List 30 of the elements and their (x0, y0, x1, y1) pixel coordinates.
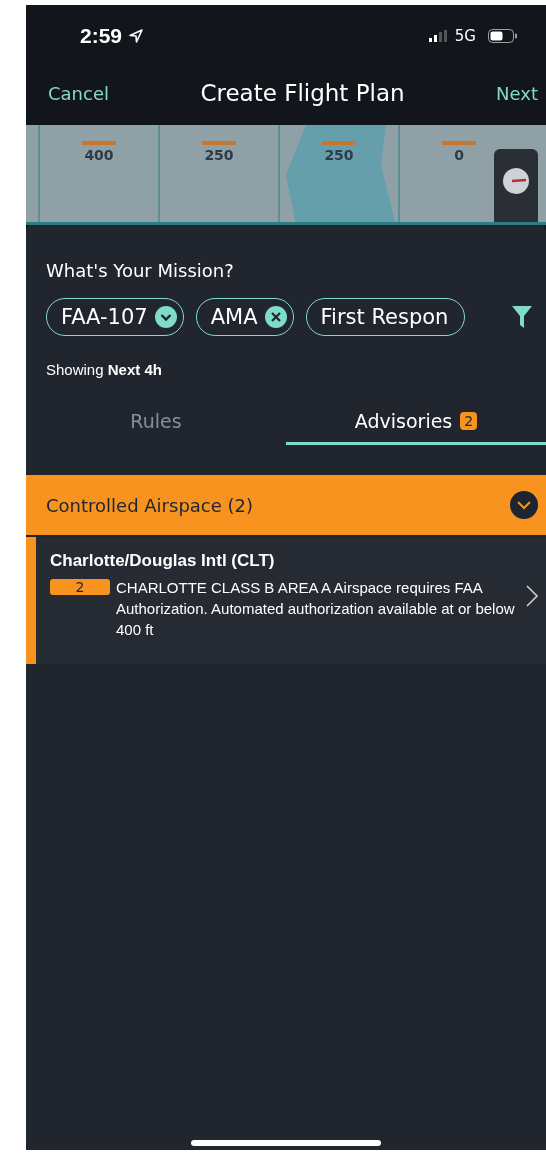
advisory-text: CHARLOTTE CLASS B AREA A Airspace requires FAA Authorization. Automated authorization available at or below 400 ft (116, 578, 516, 640)
airport-name: Charlotte/Douglas Intl (CLT) (50, 551, 276, 571)
altitude-value: 250 (324, 147, 354, 163)
chevron-right-icon (526, 584, 538, 607)
battery-icon (488, 29, 518, 43)
location-arrow-icon (128, 28, 145, 44)
signal-icon (428, 30, 449, 42)
clear-icon (264, 306, 287, 328)
next-button[interactable]: Next (496, 82, 538, 104)
count-badge: 2 (50, 579, 110, 595)
altitude-value: 0 (454, 147, 464, 163)
tab[interactable]: Rules (26, 404, 286, 445)
status-time: 2:59 (80, 24, 123, 48)
compass-button[interactable] (494, 149, 538, 222)
section-title: Controlled Airspace (2) (46, 494, 254, 516)
cancel-button[interactable]: Cancel (48, 82, 109, 104)
filter-icon[interactable] (512, 306, 532, 328)
tab[interactable]: Advisories 2 (286, 404, 546, 445)
advisory-item[interactable]: Charlotte/Douglas Intl (CLT) 2 CHARLOTTE CLASS B AREA A Airspace requires FAA Authorization. Automated authorization available at or below 400 ft (26, 537, 546, 664)
altitude-value: 250 (204, 147, 234, 163)
altitude-grid[interactable]: 400 250 250 0 (26, 125, 546, 225)
altitude-value: 400 (84, 147, 114, 163)
count-badge: 2 (460, 412, 478, 430)
check-icon (154, 306, 177, 328)
compass-icon (502, 167, 530, 195)
time-window-text: Showing Next 4h (45, 361, 163, 378)
mission-heading: What's Your Mission? (45, 260, 235, 281)
screen-title: Create Flight Plan (200, 80, 405, 106)
section-header[interactable]: Controlled Airspace (2) (26, 475, 546, 535)
network-label: 5G (454, 27, 476, 45)
